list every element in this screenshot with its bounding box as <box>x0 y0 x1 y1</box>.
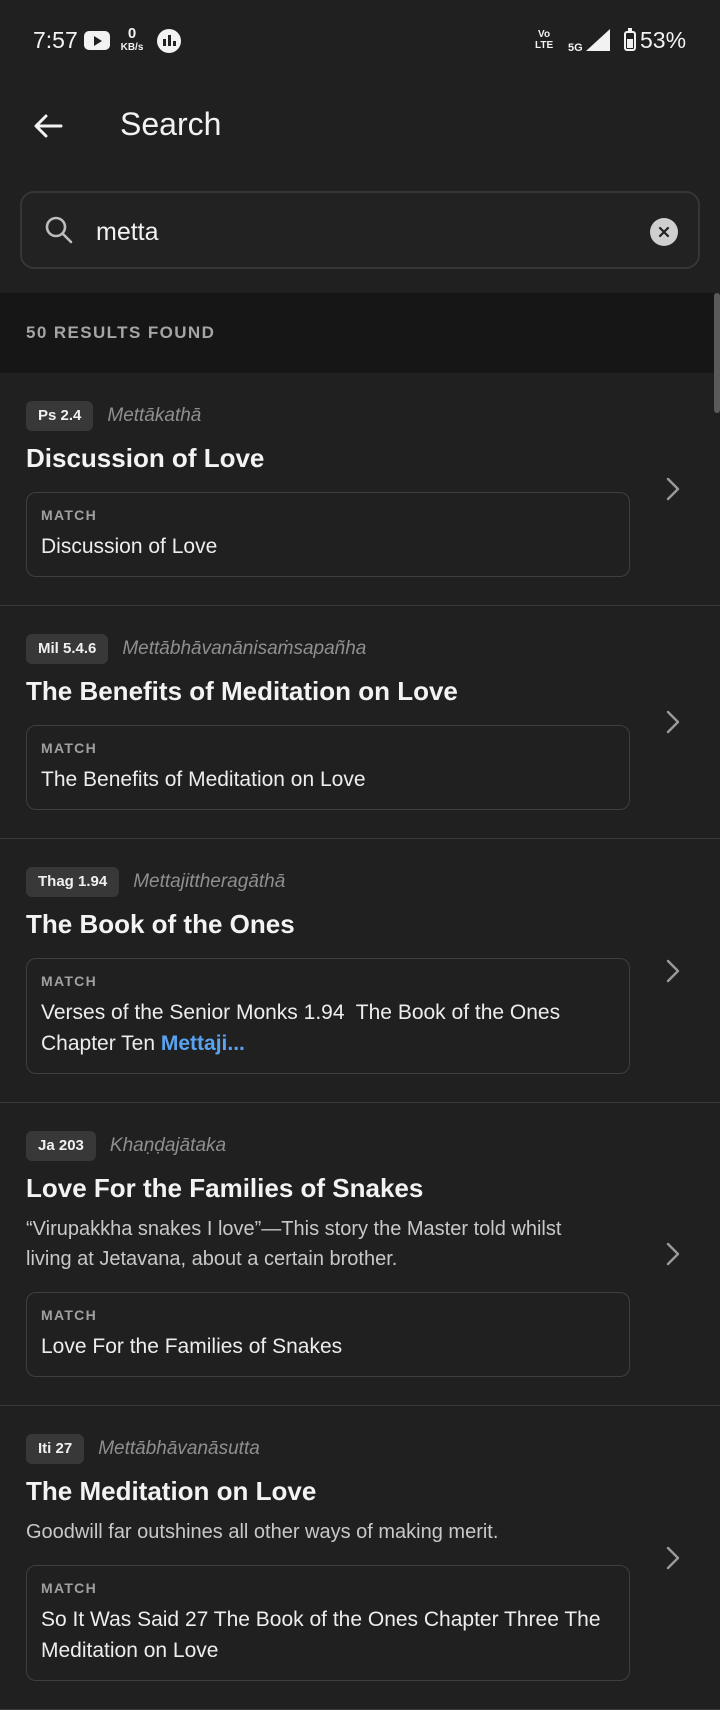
match-text: So It Was Said 27 The Book of the Ones C… <box>41 1604 615 1666</box>
match-text: The Benefits of Meditation on Love <box>41 764 615 795</box>
match-highlight: Mettaji... <box>160 1032 245 1055</box>
match-text-content: The Benefits of Meditation on Love <box>41 768 366 791</box>
results-count: 50 RESULTS FOUND <box>26 323 216 342</box>
clear-search-button[interactable] <box>650 218 678 246</box>
network-speed: 0 KB/s <box>117 25 147 54</box>
reference-badge: Ja 203 <box>26 1131 96 1161</box>
status-bar: 7:57 0 KB/s Vo LTE 5G 53% <box>0 0 720 84</box>
result-meta: Thag 1.94 Mettajittheragāthā <box>26 867 720 897</box>
volte-bottom-label: LTE <box>535 40 554 51</box>
result-description: Goodwill far outshines all other ways of… <box>26 1521 499 1543</box>
result-title: The Benefits of Meditation on Love <box>26 676 458 706</box>
page-title: Search <box>120 106 222 142</box>
pali-title: Mettābhāvanānisaṁsapañha <box>122 638 367 659</box>
match-text: Verses of the Senior Monks 1.94 The Book… <box>41 997 615 1059</box>
network-speed-value: 0 <box>127 25 137 42</box>
pali-title: Mettākathā <box>107 405 202 426</box>
reference-badge: Mil 5.4.6 <box>26 634 109 664</box>
match-text: Discussion of Love <box>41 531 615 562</box>
search-icon <box>45 216 73 244</box>
pali-title: Mettābhāvanāsutta <box>98 1438 260 1459</box>
match-label: MATCH <box>41 507 98 523</box>
reference-badge: Thag 1.94 <box>26 867 120 897</box>
result-item[interactable]: Ja 203 Khaṇḍajātaka Love For the Familie… <box>0 1103 720 1406</box>
result-description: “Virupakkha snakes I love”—This story th… <box>26 1218 562 1270</box>
result-title: Love For the Families of Snakes <box>26 1173 424 1203</box>
match-box: MATCH Discussion of Love <box>26 492 630 577</box>
close-icon <box>658 226 670 238</box>
results-header: 50 RESULTS FOUND <box>0 293 714 373</box>
chevron-right-icon <box>666 959 680 982</box>
match-label: MATCH <box>41 973 98 989</box>
chevron-right-icon <box>666 1242 680 1266</box>
match-text-content: Love For the Families of Snakes <box>41 1335 343 1358</box>
back-button[interactable] <box>26 104 70 148</box>
network-type: 5G <box>568 42 583 54</box>
battery-icon <box>624 28 636 51</box>
signal-icon <box>586 29 610 51</box>
search-bar[interactable] <box>20 191 700 269</box>
result-title: Discussion of Love <box>26 443 265 473</box>
chevron-right-icon <box>666 710 680 734</box>
battery-percent: 53% <box>640 27 687 53</box>
match-box: MATCH Verses of the Senior Monks 1.94 Th… <box>26 958 630 1074</box>
volte-icon: Vo LTE <box>535 29 553 51</box>
match-label: MATCH <box>41 740 98 756</box>
match-label: MATCH <box>41 1307 98 1323</box>
chevron-right-icon <box>666 477 680 501</box>
match-text: Love For the Families of Snakes <box>41 1331 615 1362</box>
match-box: MATCH Love For the Families of Snakes <box>26 1292 630 1377</box>
chevron-right-icon <box>666 1546 680 1569</box>
pali-title: Mettajittheragāthā <box>133 871 286 892</box>
result-item[interactable]: Mil 5.4.6 Mettābhāvanānisaṁsapañha The B… <box>0 606 720 839</box>
result-item[interactable]: Iti 27 Mettābhāvanāsutta The Meditation … <box>0 1406 720 1710</box>
network-speed-unit: KB/s <box>120 42 144 53</box>
result-meta: Ja 203 Khaṇḍajātaka <box>26 1131 720 1161</box>
status-time: 7:57 <box>33 27 78 53</box>
result-title: The Book of the Ones <box>26 909 295 939</box>
match-label: MATCH <box>41 1580 98 1596</box>
result-meta: Iti 27 Mettābhāvanāsutta <box>26 1434 720 1464</box>
match-text-content: Verses of the Senior Monks 1.94 The Book… <box>41 1001 572 1055</box>
app-notification-icon <box>157 29 181 53</box>
result-meta: Ps 2.4 Mettākathā <box>26 401 720 431</box>
match-text-content: So It Was Said 27 The Book of the Ones C… <box>41 1608 601 1662</box>
results-list: Ps 2.4 Mettākathā Discussion of Love MAT… <box>0 373 720 1710</box>
match-text-content: Discussion of Love <box>41 535 218 558</box>
result-item[interactable]: Ps 2.4 Mettākathā Discussion of Love MAT… <box>0 373 720 606</box>
match-box: MATCH The Benefits of Meditation on Love <box>26 725 630 810</box>
match-box: MATCH So It Was Said 27 The Book of the … <box>26 1565 630 1681</box>
reference-badge: Iti 27 <box>26 1434 85 1464</box>
search-input[interactable] <box>94 211 638 253</box>
youtube-notification-icon <box>84 31 110 50</box>
volte-top-label: Vo <box>538 29 551 40</box>
app-bar: Search <box>0 84 720 174</box>
result-meta: Mil 5.4.6 Mettābhāvanānisaṁsapañha <box>26 634 720 664</box>
reference-badge: Ps 2.4 <box>26 401 94 431</box>
pali-title: Khaṇḍajātaka <box>109 1135 227 1156</box>
result-title: The Meditation on Love <box>26 1476 317 1506</box>
result-item[interactable]: Thag 1.94 Mettajittheragāthā The Book of… <box>0 839 720 1103</box>
arrow-left-icon <box>34 114 63 138</box>
